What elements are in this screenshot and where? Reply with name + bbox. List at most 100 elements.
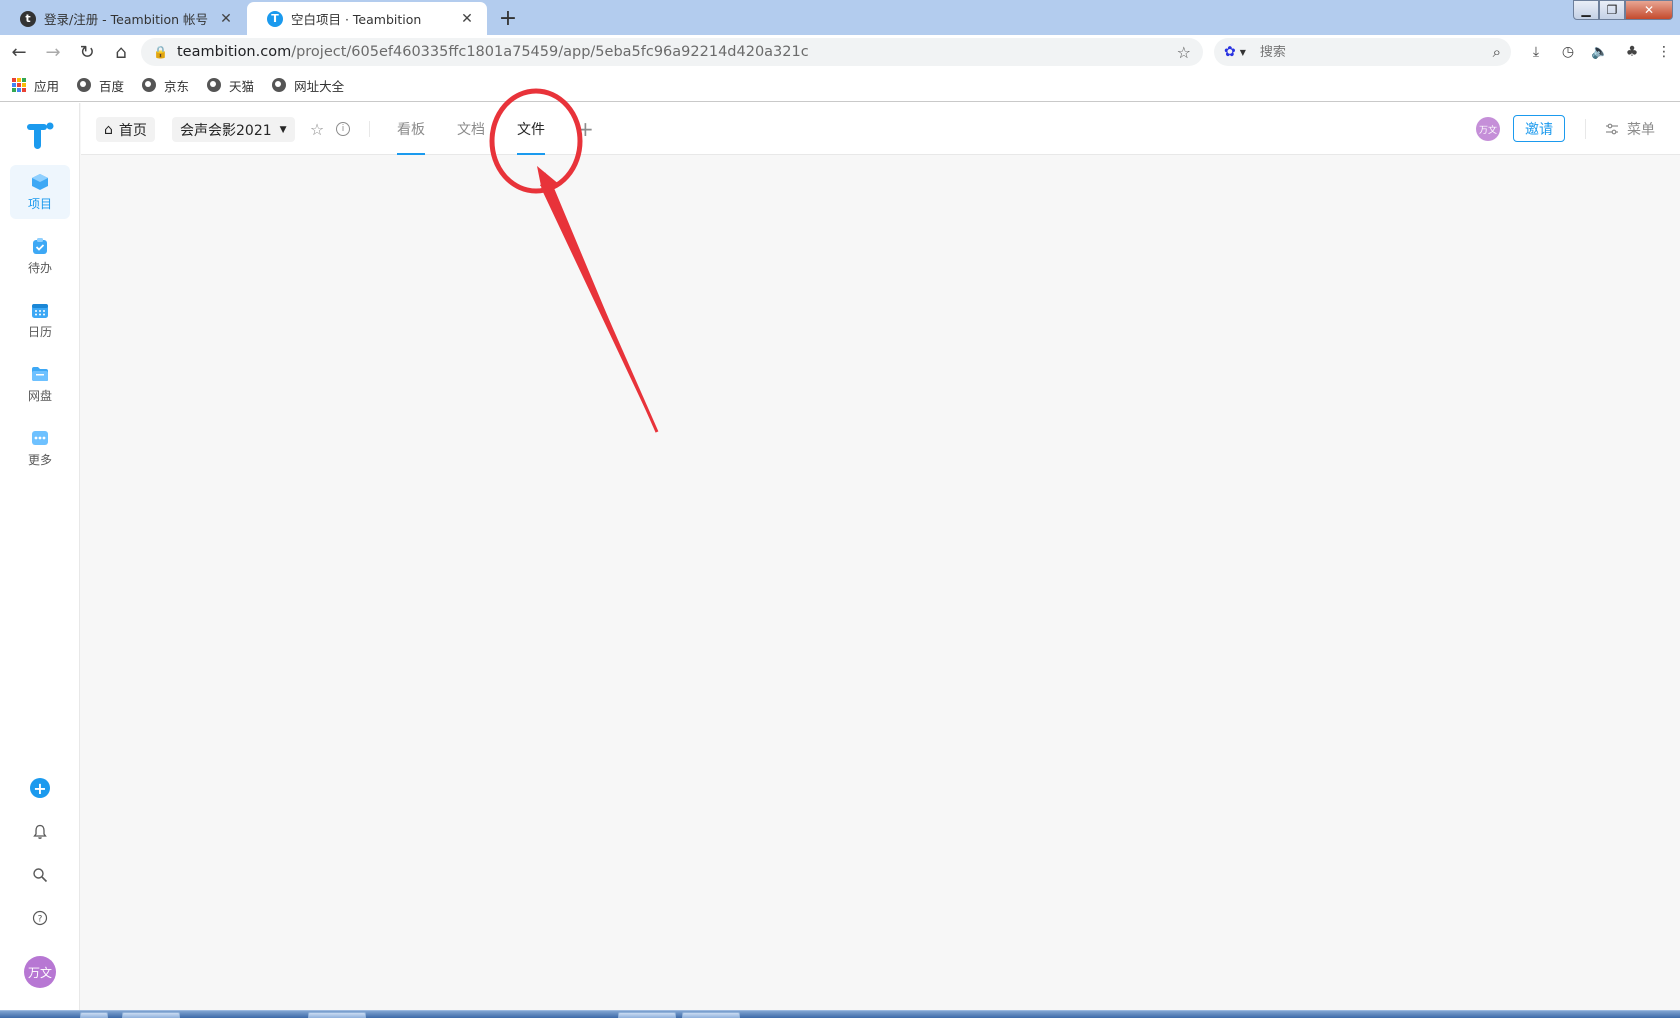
tab-underline — [517, 153, 545, 155]
header-divider — [369, 121, 370, 137]
sidebar-item-calendar[interactable]: 日历 — [10, 293, 70, 347]
tab-documents[interactable]: 文档 — [457, 103, 485, 155]
invite-button[interactable]: 邀请 — [1513, 115, 1565, 142]
sliders-icon — [1606, 123, 1618, 135]
svg-text:?: ? — [38, 915, 43, 925]
taskbar-button[interactable] — [682, 1012, 740, 1018]
sidebar-item-drive[interactable]: 网盘 — [10, 357, 70, 411]
browser-tab-project[interactable]: T 空白项目 · Teambition ✕ — [247, 2, 487, 35]
project-header: ⌂ 首页 会声会影2021 ▼ ☆ i 看板 文档 文件 + 万文 邀请 菜单 — [81, 103, 1680, 155]
sidebar-item-label: 待办 — [27, 260, 52, 275]
chevron-down-icon[interactable]: ▼ — [1240, 48, 1246, 57]
info-icon[interactable]: i — [333, 119, 353, 139]
home-button[interactable]: ⌂ 首页 — [96, 117, 155, 142]
browser-tab-strip: t 登录/注册 - Teambition 帐号 ✕ T 空白项目 · Teamb… — [0, 0, 1680, 35]
bookmarks-bar: 应用 百度 京东 天猫 网址大全 — [0, 69, 1680, 102]
history-clock-icon[interactable]: ◷ — [1552, 44, 1584, 60]
tab-title: 登录/注册 - Teambition 帐号 — [44, 12, 209, 27]
incognito-icon[interactable]: ♣ — [1616, 44, 1648, 60]
globe-icon — [77, 78, 92, 92]
download-icon[interactable]: ⤓ — [1520, 44, 1552, 60]
help-question-icon[interactable]: ? — [28, 906, 52, 930]
forward-arrow-icon[interactable]: → — [38, 37, 68, 67]
address-bar[interactable]: 🔒 teambition.com /project/605ef460335ffc… — [141, 38, 1203, 66]
taskbar-button[interactable] — [308, 1012, 366, 1018]
url-host: teambition.com — [177, 44, 292, 60]
tab-underline — [397, 153, 425, 155]
tab-board[interactable]: 看板 — [397, 103, 425, 155]
browser-tab-login[interactable]: t 登录/注册 - Teambition 帐号 ✕ — [0, 2, 246, 35]
tab-files[interactable]: 文件 — [517, 103, 545, 155]
apps-grid-icon — [12, 78, 26, 92]
globe-icon — [207, 78, 222, 92]
home-icon: ⌂ — [104, 121, 113, 138]
quick-create-plus-icon[interactable]: + — [30, 778, 50, 798]
bookmark-label: 京东 — [164, 78, 190, 94]
project-content-area — [81, 156, 1680, 1010]
caret-down-icon: ▼ — [279, 124, 287, 135]
lock-icon: 🔒 — [153, 45, 168, 59]
bookmark-baidu[interactable]: 百度 — [77, 76, 124, 95]
tab-label: 文件 — [517, 122, 545, 138]
calendar-icon — [32, 303, 48, 318]
window-close-button[interactable]: ✕ — [1625, 0, 1673, 20]
search-icon[interactable] — [28, 863, 52, 887]
back-arrow-icon[interactable]: ← — [4, 37, 34, 67]
search-icon[interactable]: ⌕ — [1493, 43, 1501, 61]
tab-label: 文档 — [457, 122, 485, 138]
tab-title: 空白项目 · Teambition — [291, 12, 422, 27]
app-sidebar: 项目 待办 日历 网盘 更多 + ? 万文 — [0, 103, 80, 1010]
window-restore-button[interactable]: ❐ — [1599, 0, 1625, 20]
todo-clipboard-icon — [33, 237, 47, 254]
home-icon[interactable]: ⌂ — [106, 37, 136, 67]
folder-icon — [32, 366, 48, 381]
more-dots-icon — [32, 430, 48, 445]
sidebar-item-label: 更多 — [27, 452, 52, 467]
bookmark-tmall[interactable]: 天猫 — [207, 76, 254, 95]
sidebar-item-label: 网盘 — [27, 388, 52, 403]
add-tab-plus-icon[interactable]: + — [577, 117, 594, 141]
bookmark-apps[interactable]: 应用 — [12, 76, 59, 95]
windows-taskbar — [0, 1010, 1680, 1018]
sidebar-item-todo[interactable]: 待办 — [10, 229, 70, 283]
teambition-favicon-icon: T — [267, 10, 283, 27]
bookmark-label: 应用 — [34, 78, 60, 94]
teambition-logo-icon[interactable] — [26, 121, 54, 151]
new-tab-button[interactable]: + — [494, 4, 522, 32]
member-avatar[interactable]: 万文 — [1476, 117, 1500, 141]
project-switcher-button[interactable]: 会声会影2021 ▼ — [172, 117, 295, 142]
sidebar-item-project[interactable]: 项目 — [10, 165, 70, 219]
project-name: 会声会影2021 — [180, 122, 272, 139]
header-divider — [1585, 119, 1586, 139]
close-tab-icon[interactable]: ✕ — [218, 11, 234, 27]
globe-icon — [142, 78, 157, 92]
sidebar-item-more[interactable]: 更多 — [10, 421, 70, 475]
browser-menu-icon[interactable]: ⋮ — [1648, 44, 1680, 60]
bookmark-star-icon[interactable]: ☆ — [1177, 43, 1191, 62]
sidebar-item-label: 项目 — [27, 196, 52, 211]
close-tab-icon[interactable]: ✕ — [459, 11, 475, 27]
user-avatar[interactable]: 万文 — [24, 956, 56, 988]
bookmark-url-directory[interactable]: 网址大全 — [272, 76, 344, 95]
star-icon[interactable]: ☆ — [307, 119, 327, 139]
bookmark-label: 百度 — [99, 78, 125, 94]
notification-bell-icon[interactable] — [28, 820, 52, 844]
bookmark-label: 天猫 — [229, 78, 255, 94]
browser-search-box[interactable]: ✿ ▼ ⌕ — [1214, 38, 1511, 66]
menu-button[interactable]: 菜单 — [1605, 117, 1655, 141]
window-minimize-button[interactable]: ▁ — [1573, 0, 1599, 20]
browser-search-input[interactable] — [1259, 44, 1493, 60]
teambition-app: 项目 待办 日历 网盘 更多 + ? 万文 ⌂ 首页 会声会影2021 ▼ ☆ … — [0, 103, 1680, 1010]
taskbar-button[interactable] — [80, 1012, 108, 1018]
taskbar-button[interactable] — [122, 1012, 180, 1018]
baidu-paw-icon[interactable]: ✿ — [1224, 44, 1236, 60]
bookmark-jd[interactable]: 京东 — [142, 76, 189, 95]
reload-icon[interactable]: ↻ — [72, 37, 102, 67]
menu-label: 菜单 — [1627, 122, 1655, 138]
sidebar-item-label: 日历 — [27, 324, 52, 339]
taskbar-button[interactable] — [618, 1012, 676, 1018]
bookmark-label: 网址大全 — [294, 78, 345, 94]
tab-label: 看板 — [397, 122, 425, 138]
globe-icon — [272, 78, 287, 92]
volume-icon[interactable]: 🔈 — [1584, 44, 1616, 60]
